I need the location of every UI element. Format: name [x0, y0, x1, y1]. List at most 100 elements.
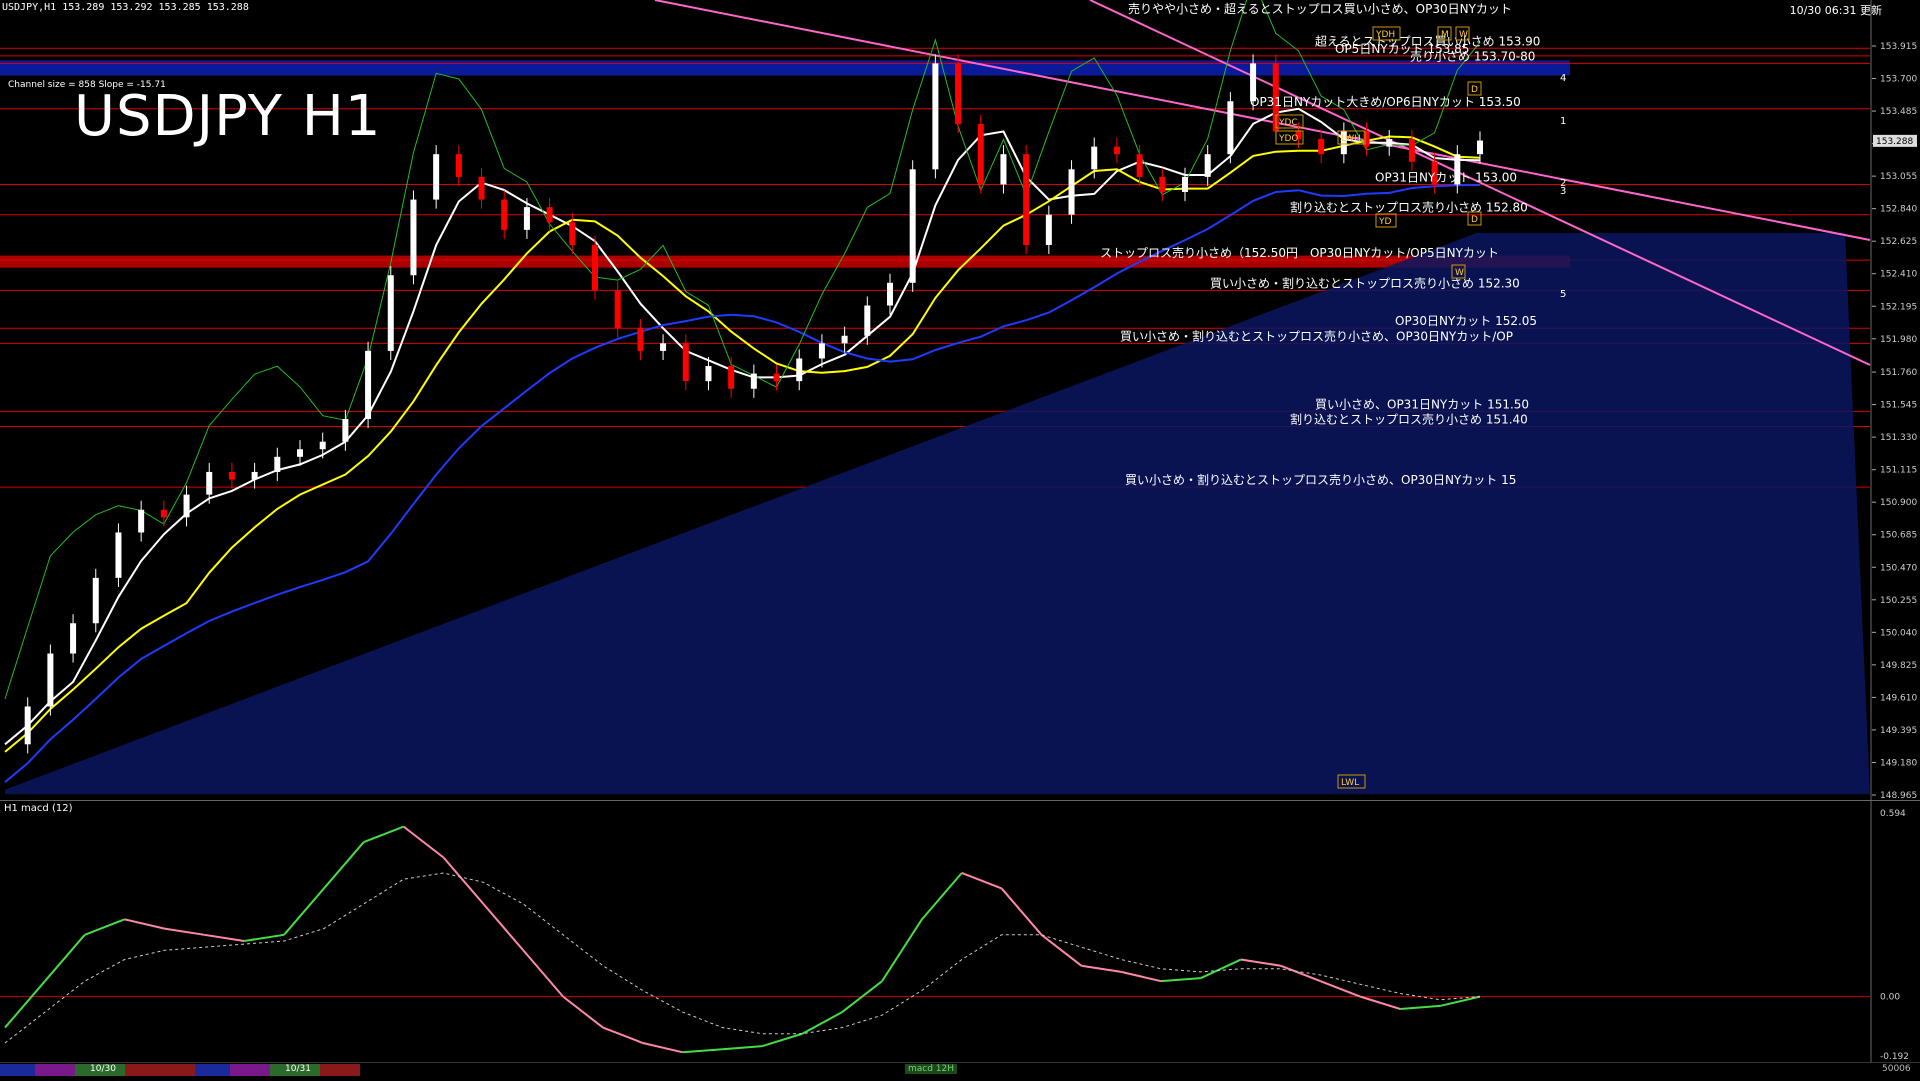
y-tick-label: 150.900 — [1880, 498, 1917, 508]
macd-segment — [562, 995, 604, 1029]
candle-body — [796, 358, 803, 382]
candle-body — [1386, 139, 1393, 147]
y-tick-label: 153.055 — [1880, 172, 1917, 182]
candle-body — [887, 282, 893, 306]
macd-segment — [881, 918, 923, 982]
macd-segment — [1081, 964, 1122, 973]
candle-body — [614, 290, 621, 329]
marker-label: D — [1471, 85, 1478, 95]
candle-body — [410, 199, 417, 276]
macd-segment — [1320, 980, 1361, 998]
candle-body — [365, 350, 372, 419]
channel-number: 5 — [1560, 289, 1566, 300]
marker-label: LWH — [1341, 134, 1361, 144]
candle-body — [455, 154, 462, 177]
candle-body — [297, 449, 303, 457]
y-tick-label: 150.470 — [1880, 563, 1917, 573]
macd-segment — [44, 934, 86, 982]
candle-body — [92, 577, 99, 624]
macd-segment — [1400, 1004, 1441, 1011]
candle-body — [818, 343, 825, 359]
y-tick-label: 149.395 — [1880, 726, 1917, 736]
macd-segment — [921, 872, 963, 921]
macd-segment — [323, 841, 365, 890]
y-tick-label: 150.685 — [1880, 531, 1917, 541]
session-segment — [320, 1064, 360, 1076]
macd-segment — [283, 887, 325, 936]
marker-label: YD — [1378, 217, 1391, 227]
indicator-tab[interactable]: macd 12H — [905, 1064, 958, 1074]
candle-body — [1136, 154, 1143, 177]
macd-segment — [482, 903, 525, 951]
date-label-2: 10/31 — [285, 1064, 311, 1074]
macd-segment — [84, 918, 125, 936]
macd-segment — [244, 933, 285, 942]
level-label: 売り小さめ 153.70-80 — [1410, 48, 1535, 63]
macd-segment — [1161, 977, 1202, 983]
y-tick-label: 153.700 — [1880, 75, 1917, 85]
y-tick-label: 151.980 — [1880, 335, 1917, 345]
candle-body — [1023, 154, 1030, 245]
level-label: OP31日NYカット 153.00 — [1375, 170, 1517, 184]
macd-label: H1 macd (12) — [4, 803, 73, 814]
candle-body — [501, 199, 508, 230]
candle-body — [773, 373, 780, 382]
candle-body — [1318, 139, 1325, 155]
update-timestamp: 10/30 06:31 更新 — [1789, 4, 1882, 17]
marker-label: W — [1455, 268, 1464, 278]
level-label: OP31日NYカット大きめ/OP6日NYカット 153.50 — [1250, 95, 1521, 109]
macd-segment — [801, 1011, 843, 1035]
macd-segment — [164, 927, 205, 936]
signal-line — [4, 872, 1481, 1044]
candle-body — [728, 366, 735, 389]
marker-label: LWL — [1341, 778, 1359, 788]
level-label: 買い小さめ・割り込むとストップロス売り小さめ 152.30 — [1210, 275, 1520, 290]
macd-segment — [1120, 970, 1162, 983]
candle-body — [274, 456, 281, 472]
level-label: 割り込むとストップロス売り小さめ 151.40 — [1290, 412, 1528, 427]
level-label: ストップロス売り小さめ（152.50円 OP30日NYカット/OP5日NYカット — [1100, 245, 1499, 260]
resistance-band — [0, 60, 1570, 76]
candle-body — [1477, 140, 1483, 155]
candle-body — [637, 328, 644, 351]
candle-body — [1182, 176, 1188, 193]
candle-body — [546, 207, 553, 223]
macd-pane[interactable]: 0.594 0.00 -0.192 — [0, 800, 1920, 1063]
macd-segment — [1240, 958, 1281, 967]
session-segment — [195, 1064, 230, 1076]
candle-body — [47, 653, 54, 707]
candle-body — [1045, 214, 1052, 245]
level-label: 割り込むとストップロス売り小さめ 152.80 — [1290, 200, 1528, 215]
candle-body — [251, 471, 258, 480]
candle-body — [70, 623, 77, 654]
y-tick-label: 152.410 — [1880, 270, 1917, 280]
macd-segment — [363, 825, 405, 843]
candle-body — [750, 373, 757, 389]
session-segment — [0, 1064, 35, 1076]
candle-body — [864, 305, 871, 336]
candle-body — [138, 509, 145, 533]
candle-body — [160, 509, 167, 518]
candle-body — [183, 494, 190, 518]
candle-body — [478, 176, 485, 200]
macd-segment — [642, 1042, 683, 1054]
macd-segment — [1000, 887, 1043, 936]
y-tick-label: 152.625 — [1880, 237, 1917, 247]
candle-body — [523, 207, 530, 230]
candle-body — [955, 63, 962, 124]
macd-tick-label: 0.594 — [1880, 809, 1906, 819]
channel-number: 1 — [1560, 116, 1566, 127]
candle-body — [1000, 154, 1007, 185]
y-tick-label: 149.180 — [1880, 758, 1917, 768]
level-label: 買い小さめ、OP31日NYカット 151.50 — [1315, 397, 1529, 411]
level-label: OP30日NYカット 152.05 — [1395, 314, 1537, 328]
macd-segment — [961, 872, 1002, 890]
macd-segment — [1360, 995, 1401, 1010]
macd-segment — [1040, 934, 1082, 967]
y-tick-label: 151.760 — [1880, 368, 1917, 378]
macd-segment — [682, 1048, 723, 1054]
session-segment — [230, 1064, 270, 1076]
candle-body — [682, 343, 689, 382]
macd-segment — [722, 1045, 763, 1051]
symbol-ohlc: USDJPY,H1 153.289 153.292 153.285 153.28… — [2, 2, 249, 13]
